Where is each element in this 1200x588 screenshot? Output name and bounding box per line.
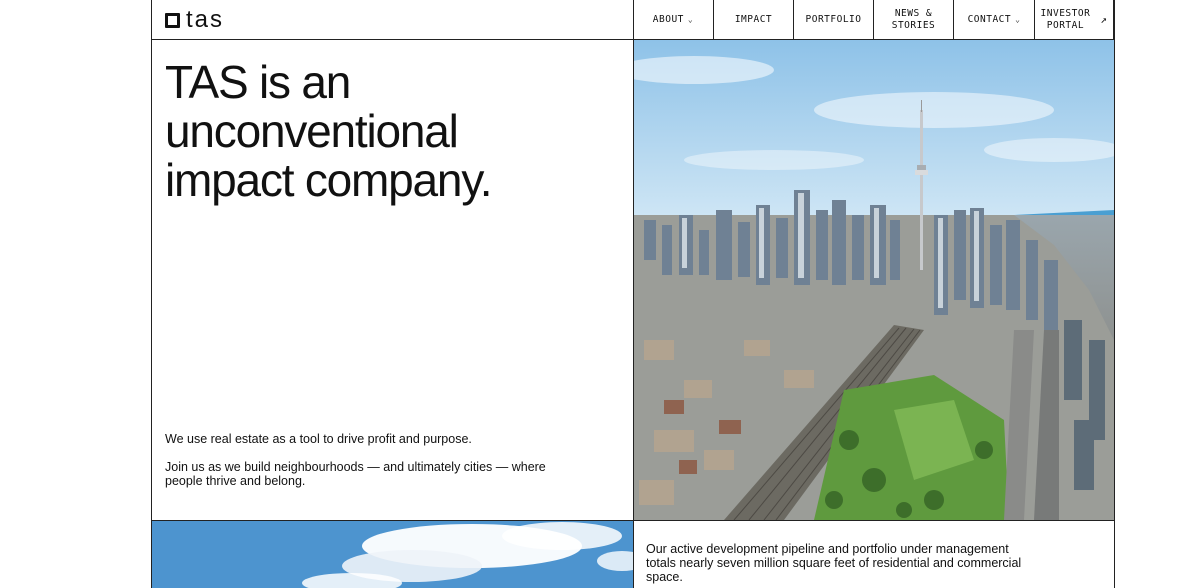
main-nav: ABOUT ⌄ IMPACT PORTFOLIO NEWS & STORIES …	[633, 0, 1114, 39]
nav-contact-label: CONTACT	[967, 13, 1012, 25]
hero-title: TAS is an unconventional impact company.	[165, 58, 625, 205]
hero-paragraph-1: We use real estate as a tool to drive pr…	[165, 432, 472, 446]
nav-about-label: ABOUT	[652, 13, 684, 25]
hero-title-line3: impact company.	[165, 154, 492, 206]
nav-news-label-line2: STORIES	[891, 19, 936, 31]
nav-investor-label-line1: INVESTOR	[1040, 7, 1091, 19]
nav-news-stories[interactable]: NEWS & STORIES	[873, 0, 953, 39]
nav-portfolio-label: PORTFOLIO	[805, 13, 862, 25]
nav-about[interactable]: ABOUT ⌄	[633, 0, 713, 39]
nav-investor-label: INVESTOR PORTAL	[1041, 8, 1091, 32]
chevron-down-icon: ⌄	[1015, 14, 1021, 24]
chevron-down-icon: ⌄	[687, 14, 694, 24]
external-arrow-icon: ↗	[1100, 12, 1108, 26]
logo-link[interactable]: tas	[165, 6, 225, 33]
logo-square-icon	[165, 12, 180, 28]
portfolio-stats-text: Our active development pipeline and port…	[646, 542, 1022, 584]
hero-title-line2: unconventional	[165, 105, 459, 157]
hero-paragraph-2: Join us as we build neighbourhoods — and…	[165, 460, 546, 488]
nav-contact[interactable]: CONTACT ⌄	[953, 0, 1034, 39]
sky-image	[152, 521, 633, 588]
nav-portfolio[interactable]: PORTFOLIO	[793, 0, 873, 39]
nav-investor-portal[interactable]: INVESTOR PORTAL ↗	[1034, 0, 1114, 39]
city-aerial-image	[634, 40, 1114, 520]
nav-investor-label-line2: PORTAL	[1046, 19, 1085, 31]
nav-impact[interactable]: IMPACT	[713, 0, 793, 39]
hero-title-line1: TAS is an	[165, 56, 351, 108]
logo-text: tas	[186, 6, 225, 33]
nav-news-label-line1: NEWS &	[894, 7, 933, 19]
nav-impact-label: IMPACT	[734, 13, 773, 25]
